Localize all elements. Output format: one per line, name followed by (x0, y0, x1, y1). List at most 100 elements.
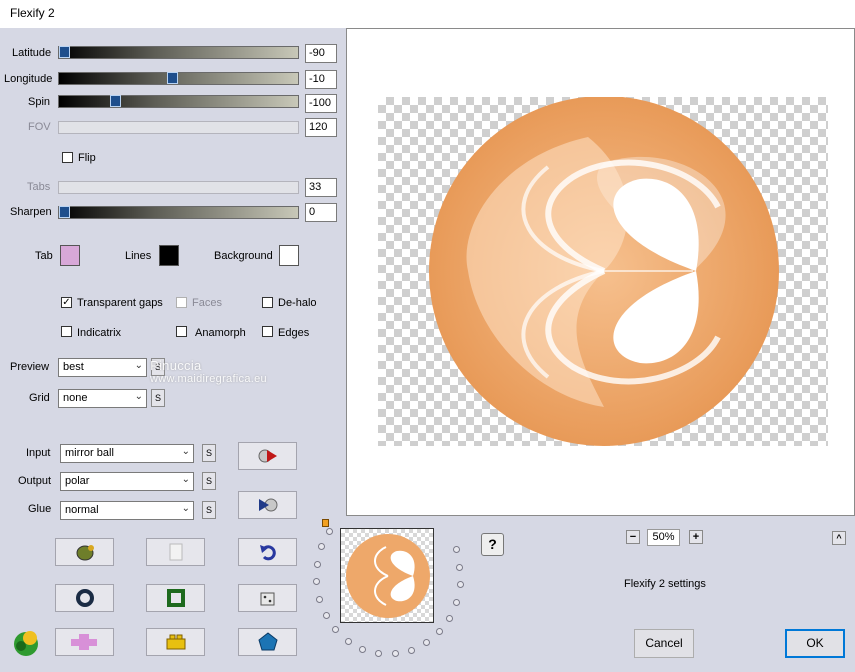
ok-button[interactable]: OK (785, 629, 845, 658)
help-button[interactable]: ? (481, 533, 504, 556)
spin-label: Spin (28, 96, 51, 108)
orbit-dot[interactable] (375, 650, 383, 658)
zoom-level[interactable]: 50% (647, 529, 680, 546)
polyhedron-button[interactable] (238, 628, 297, 656)
spin-input[interactable]: -100 (305, 94, 337, 113)
input-s-button[interactable]: S (202, 444, 216, 462)
orbit-dot[interactable] (407, 646, 415, 654)
dice-button[interactable] (238, 584, 297, 612)
orbit-dot[interactable] (326, 527, 334, 535)
longitude-slider[interactable] (58, 72, 299, 85)
forward-transform-button[interactable] (238, 442, 297, 470)
background-color-label: Background (214, 250, 273, 262)
brick-button[interactable] (146, 628, 205, 656)
longitude-slider-thumb[interactable] (167, 72, 178, 84)
glue-s-button[interactable]: S (202, 501, 216, 519)
fov-slider (58, 121, 299, 134)
latitude-slider-thumb[interactable] (59, 46, 70, 58)
undo-button[interactable] (238, 538, 297, 566)
grid-label: Grid (29, 392, 50, 404)
app-logo-icon (10, 626, 42, 661)
flexified-image (429, 97, 779, 446)
orbit-dot[interactable] (456, 581, 464, 589)
latitude-input[interactable]: -90 (305, 44, 337, 63)
title-bar: Flexify 2 (0, 0, 855, 28)
fov-input: 120 (305, 118, 337, 137)
lines-color-label: Lines (125, 250, 152, 262)
sharpen-input[interactable]: 0 (305, 203, 337, 222)
anamorph-checkbox[interactable] (176, 326, 187, 337)
longitude-input[interactable]: -10 (305, 70, 337, 89)
collapse-button[interactable]: ^ (832, 531, 846, 545)
pink-cross-icon (70, 634, 97, 650)
orbit-dot[interactable] (318, 543, 326, 551)
orbit-dot[interactable] (452, 546, 460, 554)
orbit-dot[interactable] (422, 639, 430, 647)
preview-label: Preview (10, 361, 50, 373)
glue-select[interactable]: normal ⌄ (60, 501, 194, 520)
navigator-thumbnail[interactable] (340, 528, 434, 623)
fov-label: FOV (28, 121, 51, 133)
turtle-icon (76, 545, 94, 561)
indicatrix-checkbox[interactable] (61, 326, 72, 337)
tab-color-label: Tab (35, 250, 53, 262)
sharpen-slider-thumb[interactable] (59, 206, 70, 218)
latitude-slider[interactable] (58, 46, 299, 59)
background-color-swatch[interactable] (279, 245, 299, 266)
glue-select-value: normal (65, 504, 99, 516)
watermark-line: Pinuccia www.maidiregrafica.eu (150, 358, 267, 385)
chevron-down-icon: ⌄ (134, 360, 143, 371)
de-halo-checkbox[interactable] (262, 297, 273, 308)
zoom-out-button[interactable]: − (626, 530, 640, 544)
transparent-gaps-checkbox[interactable]: ✓ (61, 297, 72, 308)
indicatrix-label: Indicatrix (77, 327, 122, 339)
orbit-dot[interactable] (391, 650, 399, 658)
reverse-transform-button[interactable] (238, 491, 297, 519)
sharpen-label: Sharpen (10, 206, 52, 218)
orbit-dot[interactable] (435, 628, 443, 636)
chevron-down-icon: ⌄ (181, 474, 190, 485)
orbit-marker-icon[interactable] (322, 519, 329, 527)
frame-button[interactable] (146, 584, 205, 612)
output-select[interactable]: polar ⌄ (60, 472, 194, 491)
grid-select-value: none (63, 392, 88, 404)
edges-checkbox[interactable] (262, 326, 273, 337)
faces-checkbox (176, 297, 187, 308)
orbit-dot[interactable] (359, 645, 367, 653)
flip-checkbox[interactable] (62, 152, 73, 163)
transparent-gaps-label: Transparent gaps (77, 297, 163, 309)
orbit-dot[interactable] (322, 611, 330, 619)
orbit-dot[interactable] (445, 614, 453, 622)
preview-select[interactable]: best ⌄ (58, 358, 147, 377)
sharpen-slider[interactable] (58, 206, 299, 219)
cancel-button[interactable]: Cancel (634, 629, 694, 658)
anamorph-label: Anamorph (195, 327, 246, 339)
orbit-dot[interactable] (313, 560, 321, 568)
lines-color-swatch[interactable] (159, 245, 179, 266)
output-s-button[interactable]: S (202, 472, 216, 490)
tab-color-swatch[interactable] (60, 245, 80, 266)
orbit-dot[interactable] (344, 637, 352, 645)
pentagon-icon (257, 632, 278, 651)
orbit-dot[interactable] (452, 598, 460, 606)
glue-label: Glue (28, 503, 52, 515)
orbit-dot[interactable] (313, 578, 321, 586)
zoom-in-button[interactable]: + (689, 530, 703, 544)
randomize-button[interactable] (55, 538, 114, 566)
faces-label: Faces (192, 297, 222, 309)
input-select[interactable]: mirror ball ⌄ (60, 444, 194, 463)
undo-icon (259, 545, 276, 561)
ring-button[interactable] (55, 584, 114, 612)
orbit-dot[interactable] (316, 595, 324, 603)
orbit-dot[interactable] (332, 626, 340, 634)
spin-slider[interactable] (58, 95, 299, 108)
grid-s-button[interactable]: S (151, 389, 165, 407)
spin-slider-thumb[interactable] (110, 95, 121, 107)
orbit-dot[interactable] (456, 563, 464, 571)
watermark-text: Pinuccia www.maidiregrafica.eu (150, 358, 267, 385)
preview-canvas[interactable] (346, 28, 855, 516)
grid-select[interactable]: none ⌄ (58, 389, 147, 408)
brick-icon (166, 634, 185, 650)
pattern-button[interactable] (55, 628, 114, 656)
copy-button[interactable] (146, 538, 205, 566)
